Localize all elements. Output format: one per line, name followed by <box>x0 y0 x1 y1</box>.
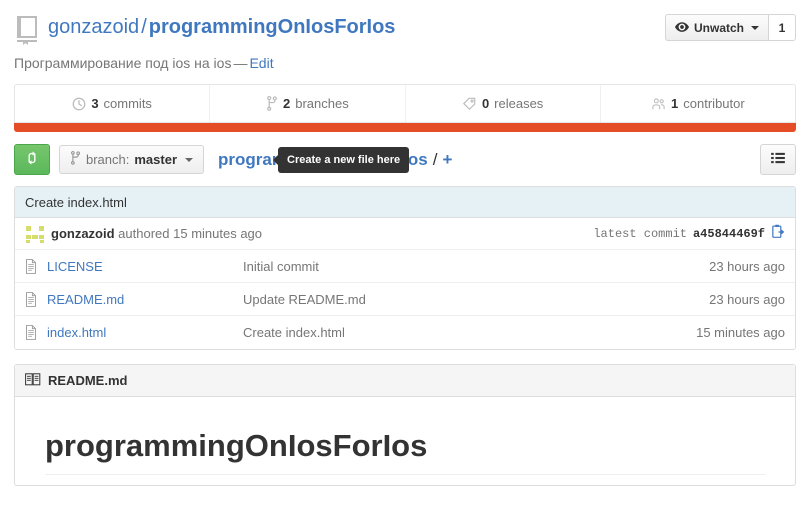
readme-title: README.md <box>48 373 128 388</box>
stat-contributors[interactable]: 1 contributor <box>601 85 795 122</box>
latest-commit-message: Create index.html <box>15 187 795 218</box>
readme-panel: README.md programmingOnIosForIos <box>14 364 796 487</box>
file-commit-age: 23 hours ago <box>709 291 785 307</box>
readme-heading: programmingOnIosForIos <box>45 427 765 476</box>
file-commit-message: Create index.html <box>243 325 345 340</box>
description-text: Программирование под ios на ios <box>14 55 232 71</box>
repository-title: gonzazoid / programmingOnIosForIos <box>48 14 665 40</box>
create-new-file-tooltip: Create a new file here <box>273 146 410 173</box>
stat-contributors-count: 1 <box>671 96 679 111</box>
repo-title-separator: / <box>141 16 147 38</box>
avatar <box>25 223 45 244</box>
language-color-bar <box>14 123 796 132</box>
stat-commits[interactable]: 3 commits <box>15 85 211 122</box>
branch-name-label: master <box>134 152 178 167</box>
latest-commit-meta: gonzazoid authored 15 minutes ago latest… <box>15 218 795 250</box>
list-icon <box>771 152 785 167</box>
people-icon <box>651 97 666 111</box>
compare-pull-request-icon <box>25 150 39 169</box>
git-branch-icon <box>70 151 81 168</box>
readme-header: README.md <box>15 365 795 397</box>
file-listing: Create index.html gonzazoid authored 15 … <box>14 186 796 350</box>
repository-description: Программирование под ios на ios — Edit <box>0 42 810 84</box>
repo-book-icon <box>14 15 40 45</box>
stat-commits-label: commits <box>103 96 152 111</box>
stat-releases-label: releases <box>494 96 544 111</box>
table-row[interactable]: LICENSE Initial commit 23 hours ago <box>15 250 795 283</box>
branch-prefix-label: branch: <box>86 152 130 167</box>
file-commit-message: Initial commit <box>243 258 319 274</box>
description-dash: — <box>233 55 248 71</box>
table-row[interactable]: README.md Update README.md 23 hours ago <box>15 283 795 316</box>
stat-branches-label: branches <box>295 96 349 111</box>
file-name-link[interactable]: LICENSE <box>47 259 243 274</box>
commit-sha[interactable]: a45844469f <box>693 227 765 241</box>
chevron-down-icon <box>751 25 759 30</box>
stat-commits-count: 3 <box>91 96 99 111</box>
file-text-icon <box>25 325 39 340</box>
stat-branches[interactable]: 2 branches <box>210 85 406 122</box>
file-name-link[interactable]: index.html <box>47 325 243 340</box>
eye-icon <box>674 21 689 35</box>
commit-author-name[interactable]: gonzazoid <box>51 226 115 241</box>
find-file-button[interactable] <box>760 144 796 175</box>
stat-releases[interactable]: 0 releases <box>406 85 601 122</box>
commit-action-label: authored <box>118 226 170 241</box>
unwatch-button[interactable]: Unwatch <box>664 14 768 41</box>
table-row[interactable]: index.html Create index.html 15 minutes … <box>15 316 795 349</box>
add-file-button[interactable]: + <box>442 150 452 170</box>
chevron-down-icon <box>185 157 194 162</box>
stat-releases-count: 0 <box>481 96 490 111</box>
breadcrumb-separator: / <box>432 149 438 169</box>
compare-pull-request-button[interactable] <box>14 144 50 175</box>
git-branch-icon <box>266 96 278 111</box>
tag-icon <box>462 97 477 111</box>
watch-button-group: Unwatch 1 <box>664 14 796 41</box>
readme-content: programmingOnIosForIos <box>15 397 795 485</box>
file-commit-age: 15 minutes ago <box>696 325 785 340</box>
file-text-icon <box>25 258 39 274</box>
clipboard-copy-icon[interactable] <box>771 224 785 243</box>
commit-time: 15 minutes ago <box>173 226 263 241</box>
latest-commit-label: latest commit <box>593 226 687 241</box>
repository-stats-wrap: 3 commits 2 branches 0 releases 1 contri… <box>14 84 796 132</box>
latest-commit-sha-group: latest commit a45844469f <box>593 224 785 243</box>
repository-toolbar: branch: master programmingOnIosForIos / … <box>0 132 810 186</box>
repository-page: gonzazoid / programmingOnIosForIos Unwatch… <box>0 0 810 517</box>
repository-stats: 3 commits 2 branches 0 releases 1 contri… <box>14 84 796 123</box>
unwatch-label: Unwatch <box>693 20 744 35</box>
watch-count[interactable]: 1 <box>768 14 796 41</box>
repo-name-link[interactable]: programmingOnIosForIos <box>149 16 396 38</box>
branch-selector-button[interactable]: branch: master <box>59 145 205 174</box>
edit-description-link[interactable]: Edit <box>249 55 273 71</box>
file-commit-age: 23 hours ago <box>709 258 785 274</box>
file-name-link[interactable]: README.md <box>47 292 243 307</box>
repository-header: gonzazoid / programmingOnIosForIos Unwatch… <box>0 0 810 45</box>
history-icon <box>72 97 86 111</box>
stat-contributors-label: contributor <box>683 96 745 111</box>
stat-branches-count: 2 <box>283 96 291 111</box>
book-icon <box>25 372 41 389</box>
file-commit-message: Update README.md <box>243 291 366 307</box>
file-text-icon <box>25 291 39 307</box>
breadcrumb: programmingOnIosForIos / + Create a new … <box>218 146 760 173</box>
repo-owner-link[interactable]: gonzazoid <box>48 16 139 38</box>
commit-author-line: gonzazoid authored 15 minutes ago <box>51 226 262 241</box>
